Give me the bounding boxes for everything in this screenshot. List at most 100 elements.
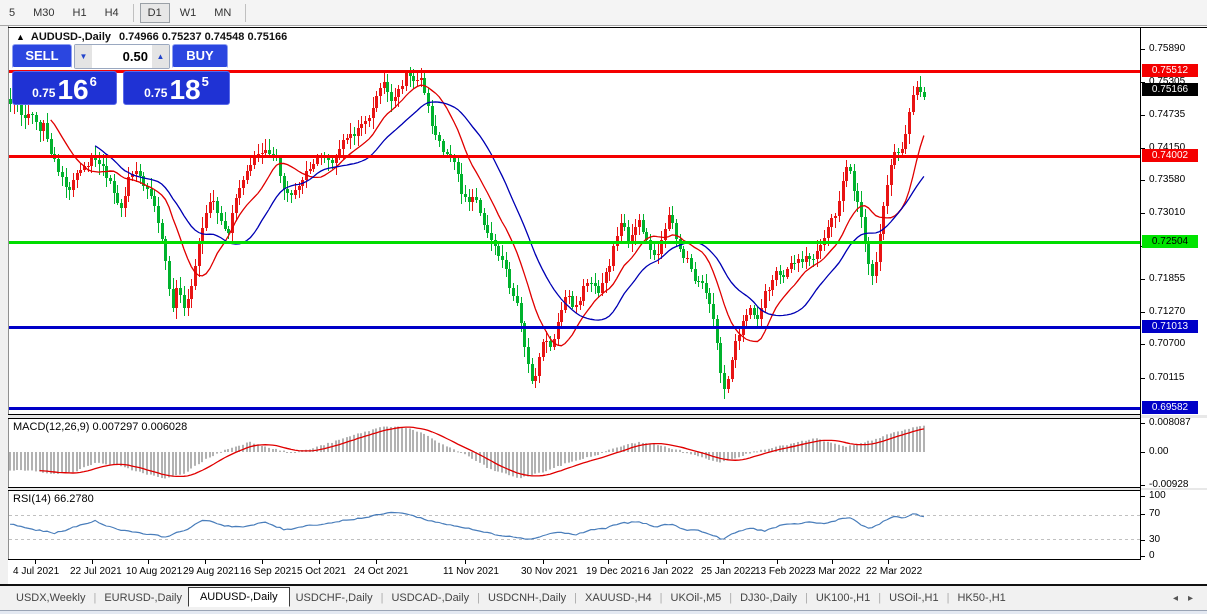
date-label: 3 Mar 2022 [810, 566, 861, 577]
tab-scroll-left-icon[interactable]: ◂ [1173, 593, 1178, 604]
status-strip [0, 610, 1207, 614]
tab-separator: | [381, 592, 384, 604]
price-tick [1140, 115, 1145, 116]
macd-tick-label: -0.00928 [1149, 479, 1188, 490]
price-tick [1140, 180, 1145, 181]
rsi-tick [1140, 514, 1145, 515]
date-tick [832, 560, 833, 564]
date-tick [777, 560, 778, 564]
chevron-up-icon: ▲ [156, 52, 164, 61]
chart-symbol-title: AUDUSD-,Daily [31, 31, 111, 43]
macd-tick-label: 0.00 [1149, 446, 1168, 457]
price-level-line [9, 407, 1140, 410]
timeframe-button-d1[interactable]: D1 [140, 3, 170, 23]
date-tick [92, 560, 93, 564]
macd-tick [1140, 423, 1145, 424]
tab-separator: | [947, 592, 950, 604]
sell-price-display[interactable]: 0.75 16 6 [12, 71, 117, 105]
tab-uk100-h1[interactable]: UK100-,H1 [810, 589, 876, 607]
rsi-tick-label: 100 [1149, 490, 1166, 501]
tab-separator: | [477, 592, 480, 604]
tab-scroll-controls: ◂ ▸ [1173, 593, 1193, 604]
timeframe-button-mn[interactable]: MN [206, 3, 239, 23]
rsi-indicator-label: RSI(14) 66.2780 [13, 493, 94, 505]
tab-separator: | [878, 592, 881, 604]
tab-hk50-h1[interactable]: HK50-,H1 [951, 589, 1011, 607]
tab-audusd-daily[interactable]: AUDUSD-,Daily [188, 587, 290, 607]
tab-separator: | [574, 592, 577, 604]
timeframe-button-h1[interactable]: H1 [65, 3, 95, 23]
tab-usoil-h1[interactable]: USOil-,H1 [883, 589, 945, 607]
date-tick [543, 560, 544, 564]
price-tick-label: 0.71270 [1149, 306, 1185, 317]
date-tick [376, 560, 377, 564]
buy-price-point: 5 [202, 74, 209, 89]
date-label: 16 Sep 2021 [240, 566, 297, 577]
date-tick [723, 560, 724, 564]
timeframe-button-5[interactable]: 5 [1, 3, 23, 23]
date-label: 24 Oct 2021 [354, 566, 408, 577]
tab-usdchf-daily[interactable]: USDCHF-,Daily [290, 589, 379, 607]
price-tick [1140, 312, 1145, 313]
price-badge: 0.74002 [1142, 149, 1198, 162]
chevron-down-icon: ▼ [79, 52, 87, 61]
rsi-tick [1140, 496, 1145, 497]
price-tick [1140, 213, 1145, 214]
tab-separator: | [660, 592, 663, 604]
price-tick-label: 0.70700 [1149, 338, 1185, 349]
date-label: 25 Jan 2022 [701, 566, 756, 577]
date-label: 4 Jul 2021 [13, 566, 59, 577]
rsi-tick [1140, 540, 1145, 541]
price-badge: 0.71013 [1142, 320, 1198, 333]
date-label: 29 Aug 2021 [183, 566, 239, 577]
date-label: 22 Mar 2022 [866, 566, 922, 577]
date-tick [465, 560, 466, 564]
tab-usdcnh-daily[interactable]: USDCNH-,Daily [482, 589, 572, 607]
date-label: 11 Nov 2021 [443, 566, 499, 577]
date-tick [148, 560, 149, 564]
date-tick [35, 560, 36, 564]
price-tick [1140, 279, 1145, 280]
buy-button[interactable]: BUY [172, 44, 228, 69]
price-badge: 0.69582 [1142, 401, 1198, 414]
expand-arrow-icon[interactable]: ▲ [16, 32, 25, 42]
rsi-tick-label: 30 [1149, 534, 1160, 545]
timeframe-button-h4[interactable]: H4 [97, 3, 127, 23]
date-label: 5 Oct 2021 [297, 566, 346, 577]
date-tick [319, 560, 320, 564]
buy-price-display[interactable]: 0.75 18 5 [123, 71, 230, 105]
sell-button[interactable]: SELL [12, 44, 72, 69]
volume-decrease-button[interactable]: ▼ [75, 45, 92, 68]
date-tick [888, 560, 889, 564]
sell-price-pips: 16 [57, 77, 88, 103]
tab-eurusd-daily[interactable]: EURUSD-,Daily [98, 589, 188, 607]
macd-tick [1140, 452, 1145, 453]
volume-input[interactable] [92, 45, 152, 68]
tab-scroll-right-icon[interactable]: ▸ [1188, 593, 1193, 604]
sell-price-base: 0.75 [32, 86, 55, 100]
tab-usdcad-daily[interactable]: USDCAD-,Daily [385, 589, 475, 607]
trade-panel-controls: SELL ▼ ▲ BUY [12, 44, 228, 69]
price-level-line [9, 155, 1140, 158]
date-axis: 4 Jul 202122 Jul 202110 Aug 202129 Aug 2… [8, 560, 1207, 584]
tab-ukoil-m5[interactable]: UKOil-,M5 [665, 589, 728, 607]
buy-price-base: 0.75 [144, 86, 167, 100]
tab-usdx-weekly[interactable]: USDX,Weekly [10, 589, 91, 607]
symbol-tabs: USDX,Weekly|EURUSD-,DailyAUDUSD-,DailyUS… [10, 588, 1012, 608]
volume-stepper: ▼ ▲ [74, 44, 170, 69]
rsi-tick-label: 70 [1149, 508, 1160, 519]
timeframe-button-w1[interactable]: W1 [172, 3, 205, 23]
price-level-line [9, 326, 1140, 329]
date-label: 30 Nov 2021 [521, 566, 578, 577]
chart-title-row: ▲ AUDUSD-,Daily 0.74966 0.75237 0.74548 … [16, 31, 287, 43]
volume-increase-button[interactable]: ▲ [152, 45, 169, 68]
sell-price-point: 6 [90, 74, 97, 89]
timeframe-button-m30[interactable]: M30 [25, 3, 62, 23]
macd-tick [1140, 485, 1145, 486]
rsi-indicator-chart[interactable] [9, 491, 1140, 559]
price-tick-label: 0.73010 [1149, 207, 1185, 218]
price-tick-label: 0.73580 [1149, 174, 1185, 185]
price-tick [1140, 344, 1145, 345]
tab-dj30-daily[interactable]: DJ30-,Daily [734, 589, 803, 607]
tab-xauusd-h4[interactable]: XAUUSD-,H4 [579, 589, 658, 607]
